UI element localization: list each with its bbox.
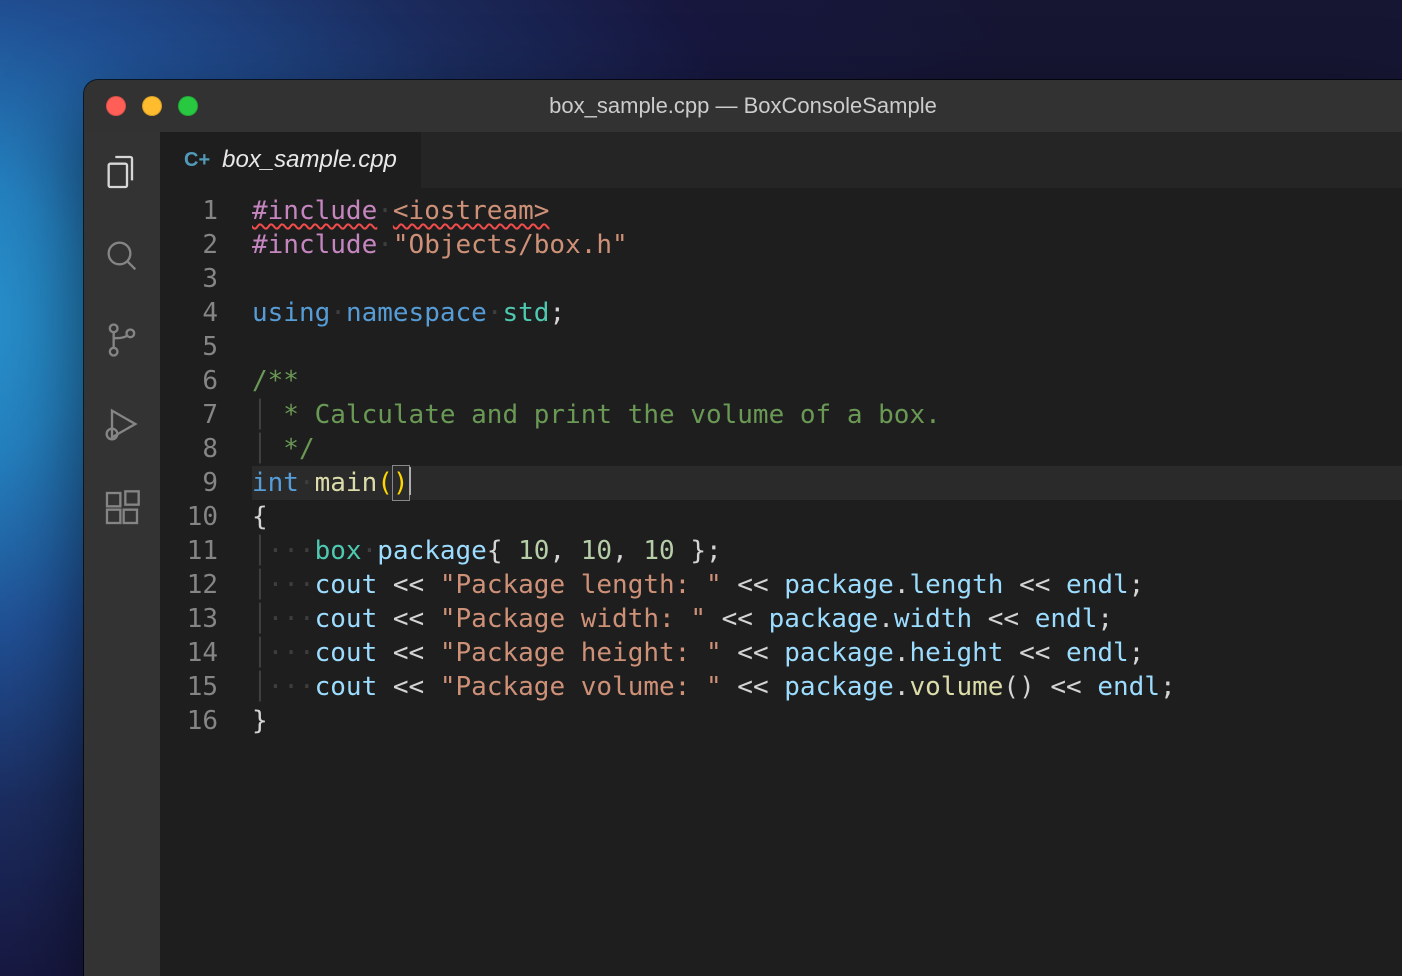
tab-bar[interactable]: C+ box_sample.cpp [160, 132, 1402, 188]
explorer-icon[interactable] [100, 150, 144, 194]
line-number[interactable]: 15 [160, 670, 218, 704]
line-number[interactable]: 10 [160, 500, 218, 534]
line-number[interactable]: 13 [160, 602, 218, 636]
code-line[interactable]: /** [252, 364, 1402, 398]
run-debug-icon[interactable] [100, 402, 144, 446]
desktop-background: box_sample.cpp — BoxConsoleSample [0, 0, 1402, 976]
line-number[interactable]: 5 [160, 330, 218, 364]
line-number[interactable]: 11 [160, 534, 218, 568]
code-line[interactable]: { [252, 500, 1402, 534]
code-lines[interactable]: #include·<iostream> #include·"Objects/bo… [252, 194, 1402, 976]
title-bar[interactable]: box_sample.cpp — BoxConsoleSample [84, 80, 1402, 132]
text-cursor [409, 467, 411, 495]
code-line[interactable]: │···cout << "Package length: " << packag… [252, 568, 1402, 602]
code-line[interactable]: │···cout << "Package volume: " << packag… [252, 670, 1402, 704]
code-line[interactable]: │···box·package{ 10, 10, 10 }; [252, 534, 1402, 568]
code-line[interactable]: } [252, 704, 1402, 738]
code-line[interactable]: │ */ [252, 432, 1402, 466]
code-line[interactable]: │···cout << "Package height: " << packag… [252, 636, 1402, 670]
activity-bar [84, 132, 160, 976]
code-line[interactable]: #include·"Objects/box.h" [252, 228, 1402, 262]
line-number[interactable]: 4 [160, 296, 218, 330]
code-line[interactable] [252, 330, 1402, 364]
line-number[interactable]: 9 [160, 466, 218, 500]
line-number[interactable]: 14 [160, 636, 218, 670]
traffic-lights [106, 96, 198, 116]
extensions-icon[interactable] [100, 486, 144, 530]
code-editor[interactable]: 1 2 3 4 5 6 7 8 9 10 11 12 13 14 [160, 188, 1402, 976]
code-line[interactable]: #include·<iostream> [252, 194, 1402, 228]
line-number[interactable]: 2 [160, 228, 218, 262]
line-number[interactable]: 8 [160, 432, 218, 466]
window-title: box_sample.cpp — BoxConsoleSample [84, 93, 1402, 119]
minimize-button[interactable] [142, 96, 162, 116]
close-button[interactable] [106, 96, 126, 116]
line-number[interactable]: 16 [160, 704, 218, 738]
zoom-button[interactable] [178, 96, 198, 116]
cpp-file-icon: C+ [184, 149, 210, 172]
line-number[interactable]: 1 [160, 194, 218, 228]
code-line[interactable]: using·namespace·std; [252, 296, 1402, 330]
code-line[interactable]: │···cout << "Package width: " << package… [252, 602, 1402, 636]
line-number[interactable]: 6 [160, 364, 218, 398]
line-number[interactable]: 3 [160, 262, 218, 296]
search-icon[interactable] [100, 234, 144, 278]
code-line[interactable]: │ * Calculate and print the volume of a … [252, 398, 1402, 432]
code-line-active[interactable]: int·main() [252, 466, 1402, 500]
tab-box-sample[interactable]: C+ box_sample.cpp [160, 132, 421, 188]
tab-filename: box_sample.cpp [222, 146, 397, 174]
line-number[interactable]: 12 [160, 568, 218, 602]
line-number-gutter: 1 2 3 4 5 6 7 8 9 10 11 12 13 14 [160, 194, 218, 976]
vscode-window: box_sample.cpp — BoxConsoleSample [84, 80, 1402, 976]
source-control-icon[interactable] [100, 318, 144, 362]
gutter-margin [218, 194, 252, 976]
window-body: C+ box_sample.cpp 1 2 3 4 5 6 7 8 9 [84, 132, 1402, 976]
editor-group: C+ box_sample.cpp 1 2 3 4 5 6 7 8 9 [160, 132, 1402, 976]
line-number[interactable]: 7 [160, 398, 218, 432]
code-line[interactable] [252, 262, 1402, 296]
